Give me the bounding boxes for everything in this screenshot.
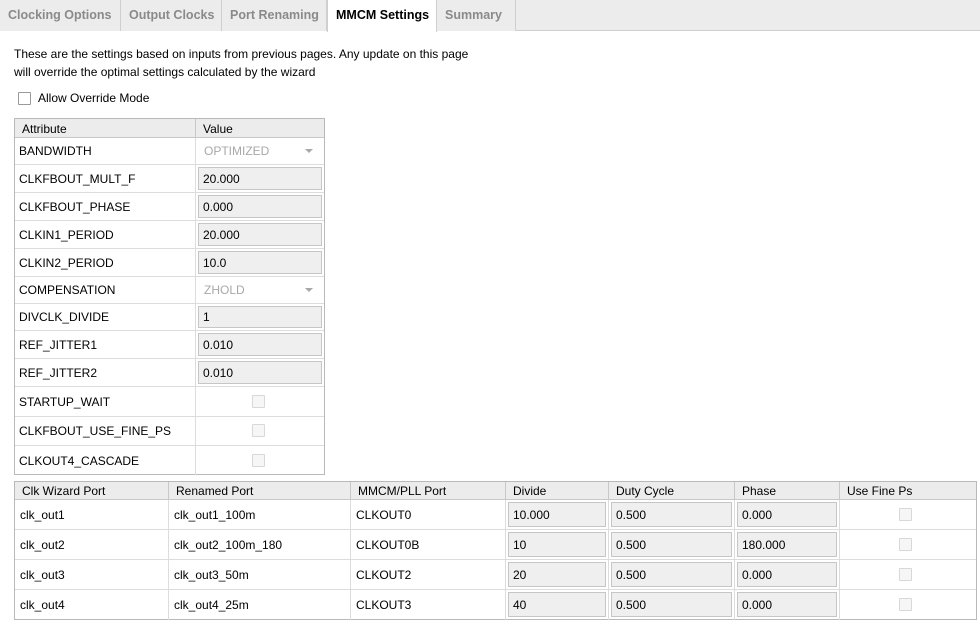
attr-row-startup-wait: STARTUP_WAIT [15, 387, 324, 417]
attr-row-clkfbout-use-fine-ps: CLKFBOUT_USE_FINE_PS [15, 417, 324, 446]
duty-cycle-field[interactable]: 0.500 [611, 532, 732, 557]
attr-name: REF_JITTER1 [19, 337, 98, 352]
bandwidth-select[interactable]: OPTIMIZED [198, 139, 322, 163]
header-mmcm-pll-port: MMCM/PLL Port [350, 482, 505, 500]
startup-wait-checkbox[interactable] [252, 394, 265, 408]
mmcm-pll-port: CLKOUT0 [356, 508, 412, 522]
duty-cycle-field[interactable]: 0.500 [611, 562, 732, 587]
renamed-port: clk_out1_100m [174, 508, 256, 522]
attr-row-clkfbout-phase: CLKFBOUT_PHASE 0.000 [15, 193, 324, 221]
attr-row-clkin2-period: CLKIN2_PERIOD 10.0 [15, 249, 324, 277]
tab-mmcm-settings[interactable]: MMCM Settings [327, 0, 437, 32]
attr-name: CLKIN2_PERIOD [19, 255, 114, 270]
divide-field[interactable]: 20 [508, 562, 606, 587]
chevron-down-icon [305, 149, 313, 153]
port-table-header: Clk Wizard Port Renamed Port MMCM/PLL Po… [15, 482, 976, 500]
attr-name: CLKIN1_PERIOD [19, 227, 114, 242]
attr-name: CLKFBOUT_PHASE [19, 199, 131, 214]
renamed-port: clk_out3_50m [174, 568, 249, 582]
attr-name: CLKFBOUT_USE_FINE_PS [19, 424, 172, 438]
description-line-2: will override the optimal settings calcu… [14, 65, 316, 79]
port-row: clk_out4 clk_out4_25m CLKOUT3 40 0.500 0… [15, 590, 976, 620]
clkout4-cascade-checkbox[interactable] [252, 453, 265, 467]
tab-bar: Clocking Options Output Clocks Port Rena… [0, 0, 980, 32]
use-fine-ps-checkbox[interactable] [899, 508, 912, 521]
tab-port-renaming[interactable]: Port Renaming [222, 0, 327, 31]
clkfbout-use-fine-ps-checkbox[interactable] [252, 424, 265, 437]
phase-field[interactable]: 180.000 [737, 532, 837, 557]
attribute-table-header: Attribute Value [15, 119, 324, 138]
attr-row-clkfbout-mult-f: CLKFBOUT_MULT_F 20.000 [15, 165, 324, 193]
header-renamed-port: Renamed Port [168, 482, 350, 500]
attr-row-ref-jitter1: REF_JITTER1 0.010 [15, 331, 324, 359]
attr-row-ref-jitter2: REF_JITTER2 0.010 [15, 359, 324, 387]
allow-override-checkbox[interactable] [18, 91, 31, 105]
attr-name: REF_JITTER2 [19, 365, 98, 380]
phase-field[interactable]: 0.000 [737, 562, 837, 587]
divclk-divide-field[interactable]: 1 [198, 306, 322, 328]
attr-name: BANDWIDTH [19, 144, 92, 158]
description-text: These are the settings based on inputs f… [14, 45, 468, 81]
compensation-select[interactable]: ZHOLD [198, 278, 322, 302]
header-clk-wizard-port: Clk Wizard Port [22, 484, 106, 498]
header-use-fine-ps: Use Fine Ps [839, 482, 976, 500]
divide-field[interactable]: 10.000 [508, 502, 606, 527]
attr-name: CLKFBOUT_MULT_F [19, 171, 136, 186]
clk-wizard-port: clk_out4 [20, 598, 65, 612]
ref-jitter2-field[interactable]: 0.010 [198, 361, 322, 384]
renamed-port: clk_out2_100m_180 [174, 538, 283, 552]
tab-clocking-options[interactable]: Clocking Options [0, 0, 121, 31]
use-fine-ps-checkbox[interactable] [899, 538, 912, 551]
duty-cycle-field[interactable]: 0.500 [611, 592, 732, 617]
chevron-down-icon [305, 288, 313, 292]
header-duty-cycle: Duty Cycle [608, 482, 734, 500]
port-row: clk_out3 clk_out3_50m CLKOUT2 20 0.500 0… [15, 560, 976, 590]
allow-override-option[interactable]: Allow Override Mode [18, 90, 149, 106]
header-attribute: Attribute [22, 122, 67, 136]
use-fine-ps-checkbox[interactable] [899, 598, 912, 611]
clk-wizard-port: clk_out2 [20, 538, 65, 552]
clkin1-period-field[interactable]: 20.000 [198, 223, 322, 246]
mmcm-pll-port: CLKOUT0B [356, 538, 420, 552]
port-settings-table: Clk Wizard Port Renamed Port MMCM/PLL Po… [14, 481, 977, 620]
tab-summary[interactable]: Summary [437, 0, 516, 31]
clkfbout-phase-field[interactable]: 0.000 [198, 195, 322, 218]
allow-override-label: Allow Override Mode [38, 91, 150, 105]
header-phase: Phase [734, 482, 839, 500]
mmcm-pll-port: CLKOUT2 [356, 568, 412, 582]
port-row: clk_out1 clk_out1_100m CLKOUT0 10.000 0.… [15, 500, 976, 530]
clkfbout-mult-f-field[interactable]: 20.000 [198, 167, 322, 190]
port-row: clk_out2 clk_out2_100m_180 CLKOUT0B 10 0… [15, 530, 976, 560]
header-divide: Divide [505, 482, 608, 500]
attribute-table: Attribute Value BANDWIDTH OPTIMIZED CLKF… [14, 118, 325, 475]
clk-wizard-port: clk_out3 [20, 568, 65, 582]
compensation-value: ZHOLD [204, 283, 245, 297]
clk-wizard-port: clk_out1 [20, 508, 65, 522]
phase-field[interactable]: 0.000 [737, 592, 837, 617]
divide-field[interactable]: 40 [508, 592, 606, 617]
attr-row-clkin1-period: CLKIN1_PERIOD 20.000 [15, 221, 324, 249]
ref-jitter1-field[interactable]: 0.010 [198, 333, 322, 356]
clkin2-period-field[interactable]: 10.0 [198, 251, 322, 274]
attr-name: CLKOUT4_CASCADE [19, 453, 140, 468]
attr-row-clkout4-cascade: CLKOUT4_CASCADE [15, 446, 324, 475]
use-fine-ps-checkbox[interactable] [899, 568, 912, 581]
attr-name: COMPENSATION [19, 283, 116, 297]
attr-name: DIVCLK_DIVIDE [19, 310, 110, 324]
duty-cycle-field[interactable]: 0.500 [611, 502, 732, 527]
phase-field[interactable]: 0.000 [737, 502, 837, 527]
divide-field[interactable]: 10 [508, 532, 606, 557]
attr-row-divclk-divide: DIVCLK_DIVIDE 1 [15, 304, 324, 331]
header-value: Value [195, 119, 233, 138]
mmcm-pll-port: CLKOUT3 [356, 598, 412, 612]
attr-row-compensation: COMPENSATION ZHOLD [15, 277, 324, 304]
attr-row-bandwidth: BANDWIDTH OPTIMIZED [15, 138, 324, 165]
tab-output-clocks[interactable]: Output Clocks [121, 0, 222, 31]
renamed-port: clk_out4_25m [174, 598, 249, 612]
description-line-1: These are the settings based on inputs f… [14, 47, 469, 61]
attr-name: STARTUP_WAIT [19, 394, 111, 409]
bandwidth-value: OPTIMIZED [204, 144, 270, 158]
